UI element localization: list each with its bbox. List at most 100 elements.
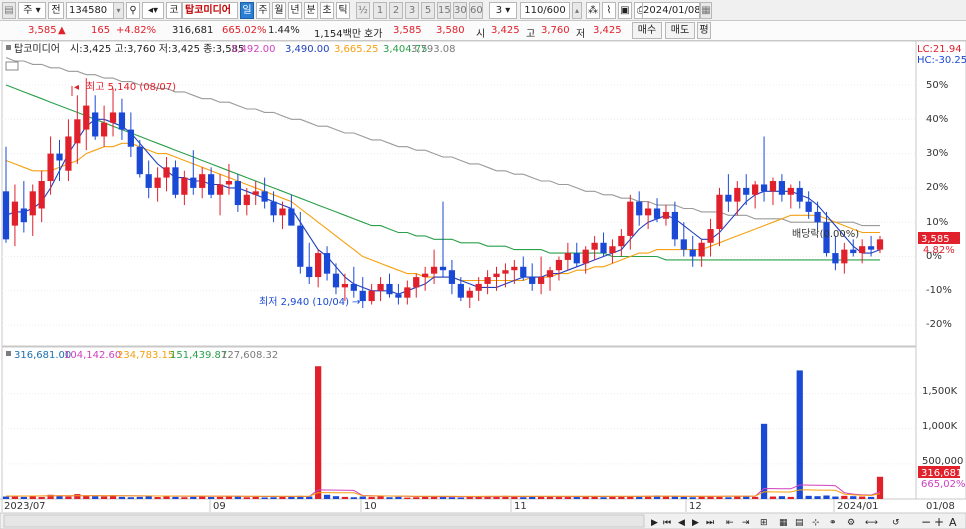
volume-bar: [181, 497, 188, 499]
y-tick-30: 30%: [926, 148, 948, 159]
candle-body: [208, 174, 215, 195]
ex-dividend-annotation: 배당락(0.00%): [792, 228, 859, 240]
candle-body: [769, 181, 777, 192]
legend-ma-3: 3,665.25: [334, 44, 379, 55]
font-size-icon[interactable]: A: [949, 516, 957, 529]
candle-body: [422, 273, 429, 278]
candle-body: [20, 208, 27, 223]
last-pct-text: 4.82%: [923, 245, 955, 256]
stock-chart-window: ▤ 주 ▾ 전 134580 ▾ ⚲ ◂▾ 코 탑코미디어 일 주 월 년 분 …: [0, 0, 966, 529]
layout-icon[interactable]: ▤: [795, 518, 804, 528]
candle-body: [600, 242, 607, 254]
candle-body: [11, 201, 19, 226]
high-annotation-text: 최고 5,140 (08/07): [86, 81, 176, 93]
volume-bar: [876, 476, 884, 499]
candle-body: [288, 208, 295, 226]
candle-body: [680, 239, 687, 250]
scroll-nav-bar: ▶ ⏮ ◀ ▶ ⏭ ⇤ ⇥ ⊞ ▦ ▤ ⊹ ⚭ ⚙ ⟷ ↺ − + A: [0, 512, 966, 529]
candle-body: [181, 177, 188, 195]
volume-bar: [154, 497, 161, 499]
candle-body: [511, 266, 518, 271]
zoom-fit-icon[interactable]: ⊞: [760, 518, 768, 528]
reset-icon[interactable]: ↺: [892, 518, 900, 528]
expand-icon[interactable]: ⇥: [742, 518, 750, 528]
candle-body: [413, 277, 420, 288]
zoom-in-icon[interactable]: +: [934, 515, 944, 529]
y-tick-10: 10%: [926, 217, 948, 228]
legend-ma-5: 3,793.08: [411, 44, 456, 55]
candle-body: [591, 242, 598, 250]
zoom-out-icon[interactable]: −: [921, 515, 931, 529]
candle-body: [493, 273, 500, 278]
last-price-text: 3,585: [921, 234, 950, 245]
volume-bar: [600, 497, 607, 499]
volume-bar: [796, 370, 803, 499]
candle-body: [582, 249, 589, 264]
y-tick-40: 40%: [926, 114, 948, 125]
candle-body: [787, 187, 794, 195]
volume-bar: [457, 497, 464, 499]
settings-icon[interactable]: ⚙: [847, 518, 855, 528]
volume-bar: [270, 497, 277, 499]
candle-body: [805, 201, 812, 212]
candle-body: [163, 167, 170, 178]
volume-legend: 316,681.00 104,142.60 234,783.15 151,439…: [6, 350, 278, 361]
candle-body: [252, 191, 259, 195]
volume-bar: [172, 496, 179, 499]
volume-bar: [38, 497, 45, 499]
volume-bar: [359, 496, 366, 499]
volume-bar: [377, 496, 384, 499]
vol-legend-4: 127,608.32: [221, 350, 278, 361]
candle-body: [448, 270, 456, 284]
vol-y-tick-1000k: 1,000K: [922, 421, 958, 432]
scroll-first-icon[interactable]: ⏮: [663, 518, 671, 528]
horizontal-scrollbar[interactable]: [3, 514, 645, 528]
volume-bar: [787, 496, 794, 499]
x-label-right: 01/08: [926, 501, 955, 512]
volume-bar: [332, 496, 340, 499]
fit-icon[interactable]: ⟷: [865, 518, 878, 528]
volume-legend-marker: [6, 351, 11, 356]
volume-bar: [216, 496, 224, 499]
candle-body: [190, 177, 197, 188]
candle-body: [341, 283, 349, 288]
grid-toggle-icon[interactable]: ▦: [779, 518, 788, 528]
legend-stock-name: 탑코미디어: [14, 43, 60, 55]
candle-body: [92, 112, 99, 137]
candle-body: [707, 229, 714, 243]
scroll-next-icon[interactable]: ▶: [692, 518, 699, 528]
volume-bar: [404, 497, 411, 499]
volume-bar: [20, 496, 27, 499]
volume-bar: [136, 496, 143, 499]
last-ratio-text: 665,02%: [921, 479, 966, 490]
volume-bar: [778, 496, 786, 499]
vol-y-tick-1500k: 1,500K: [922, 386, 958, 397]
scroll-play-icon[interactable]: ▶: [651, 518, 658, 528]
candle-body: [118, 112, 126, 130]
candle-body: [627, 201, 634, 236]
candle-body: [564, 253, 571, 260]
vol-legend-0: 316,681.00: [14, 350, 71, 361]
collapse-icon[interactable]: ⇤: [726, 518, 734, 528]
candle-body: [65, 136, 72, 171]
candle-body: [725, 194, 732, 202]
candle-body: [520, 266, 527, 278]
volume-bar: [867, 496, 875, 499]
candle-body: [734, 187, 741, 202]
scroll-prev-icon[interactable]: ◀: [678, 518, 685, 528]
candle-body: [199, 174, 206, 188]
candle-body: [83, 105, 90, 130]
scroll-last-icon[interactable]: ⏭: [706, 518, 714, 528]
price-volume-chart[interactable]: 탑코미디어 시:3,425 고:3,760 저:3,425 종:3,585 3,…: [0, 0, 966, 529]
high-annotation-arrow: ◂: [74, 82, 79, 93]
crosshair-icon[interactable]: ⊹: [812, 518, 820, 528]
candle-body: [537, 277, 545, 284]
candle-body: [841, 249, 848, 264]
volume-bar: [841, 495, 848, 499]
low-annotation-text: 최저 2,940 (10/04): [259, 296, 349, 308]
volume-bar: [823, 495, 830, 499]
volume-bar: [832, 496, 839, 499]
link-icon[interactable]: ⚭: [829, 518, 837, 528]
candle-body: [297, 225, 304, 267]
candle-body: [502, 270, 509, 274]
